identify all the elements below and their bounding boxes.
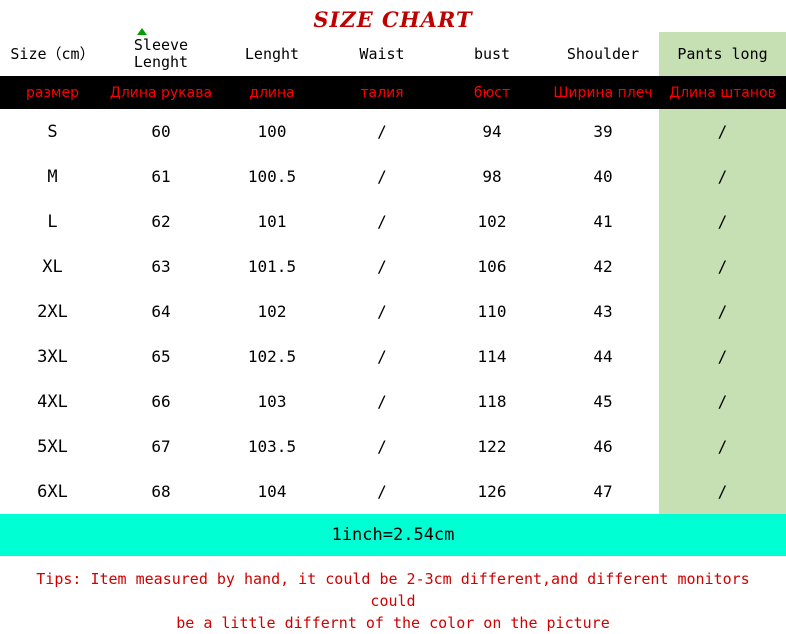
cell-bust: 114 bbox=[477, 347, 507, 366]
cell-waist: / bbox=[377, 122, 387, 141]
cell-pants: / bbox=[717, 122, 728, 141]
cell-waist: / bbox=[377, 347, 387, 366]
cell-pants: / bbox=[717, 257, 728, 276]
cell-bust: 110 bbox=[477, 302, 507, 321]
table-row: XL 63 101.5 / 106 42 / bbox=[0, 244, 786, 289]
cell-size: S bbox=[47, 121, 58, 142]
cell-shoulder: 45 bbox=[593, 392, 613, 411]
cell-size: 6XL bbox=[37, 481, 68, 502]
table-row: L 62 101 / 102 41 / bbox=[0, 199, 786, 244]
cell-shoulder: 39 bbox=[593, 122, 613, 141]
cell-length: 100 bbox=[257, 122, 287, 141]
table-header-russian: размер Длина рукава длина талия бюст Шир… bbox=[0, 76, 786, 109]
cell-bust: 94 bbox=[482, 122, 502, 141]
cell-sleeve: 63 bbox=[151, 257, 171, 276]
cell-length: 102.5 bbox=[247, 347, 297, 366]
cell-sleeve: 62 bbox=[151, 212, 171, 231]
cell-sleeve: 65 bbox=[151, 347, 171, 366]
cell-pants: / bbox=[717, 167, 728, 186]
cell-sleeve: 66 bbox=[151, 392, 171, 411]
cell-pants: / bbox=[717, 302, 728, 321]
header-size: Size（cm） bbox=[10, 44, 95, 63]
cell-length: 104 bbox=[257, 482, 287, 501]
header-length: Lenght bbox=[244, 44, 300, 63]
table-row: 4XL 66 103 / 118 45 / bbox=[0, 379, 786, 424]
table-header-english: Size（cm） Sleeve Lenght Lenght Waist bust… bbox=[0, 32, 786, 76]
cell-size: L bbox=[47, 211, 58, 232]
header-ru-length: длина bbox=[217, 76, 327, 109]
cell-size: M bbox=[47, 166, 58, 187]
cell-waist: / bbox=[377, 392, 387, 411]
header-bust: bust bbox=[473, 44, 511, 63]
cell-size: 4XL bbox=[37, 391, 68, 412]
header-sleeve-length: Sleeve Lenght bbox=[133, 36, 189, 71]
tips-line-2: be a little differnt of the color on the… bbox=[176, 614, 610, 632]
cell-bust: 126 bbox=[477, 482, 507, 501]
tips-note: Tips: Item measured by hand, it could be… bbox=[0, 556, 786, 634]
cell-length: 103 bbox=[257, 392, 287, 411]
cell-shoulder: 44 bbox=[593, 347, 613, 366]
cell-size: 5XL bbox=[37, 436, 68, 457]
cell-pants: / bbox=[717, 392, 728, 411]
cell-shoulder: 43 bbox=[593, 302, 613, 321]
cell-sleeve: 68 bbox=[151, 482, 171, 501]
header-ru-pants-long: Длина штанов bbox=[659, 76, 786, 109]
cell-shoulder: 46 bbox=[593, 437, 613, 456]
cell-bust: 102 bbox=[477, 212, 507, 231]
header-waist: Waist bbox=[359, 44, 405, 63]
cell-sleeve: 67 bbox=[151, 437, 171, 456]
cell-pants: / bbox=[717, 212, 728, 231]
cell-sleeve: 60 bbox=[151, 122, 171, 141]
table-row: 6XL 68 104 / 126 47 / bbox=[0, 469, 786, 514]
cell-waist: / bbox=[377, 212, 387, 231]
cell-length: 101 bbox=[257, 212, 287, 231]
table-row: M 61 100.5 / 98 40 / bbox=[0, 154, 786, 199]
table-row: S 60 100 / 94 39 / bbox=[0, 109, 786, 154]
cell-waist: / bbox=[377, 437, 387, 456]
cell-bust: 106 bbox=[477, 257, 507, 276]
green-triangle-marker-icon bbox=[137, 28, 147, 35]
cell-size: 2XL bbox=[37, 301, 68, 322]
header-ru-bust: бюст bbox=[437, 76, 547, 109]
cell-sleeve: 61 bbox=[151, 167, 171, 186]
cell-shoulder: 47 bbox=[593, 482, 613, 501]
cell-pants: / bbox=[717, 347, 728, 366]
cell-bust: 98 bbox=[482, 167, 502, 186]
table-row: 5XL 67 103.5 / 122 46 / bbox=[0, 424, 786, 469]
header-shoulder: Shoulder bbox=[566, 44, 640, 63]
header-ru-sleeve-length: Длина рукава bbox=[105, 76, 217, 109]
cell-waist: / bbox=[377, 257, 387, 276]
size-chart-page: SIZE CHART Size（cm） Sleeve Lenght Lenght… bbox=[0, 0, 786, 634]
table-row: 2XL 64 102 / 110 43 / bbox=[0, 289, 786, 334]
inch-conversion-band: 1inch=2.54cm bbox=[0, 514, 786, 556]
cell-length: 100.5 bbox=[247, 167, 297, 186]
header-ru-shoulder: Ширина плеч bbox=[547, 76, 659, 109]
header-pants-long: Pants long bbox=[677, 44, 768, 63]
cell-waist: / bbox=[377, 302, 387, 321]
cell-length: 101.5 bbox=[247, 257, 297, 276]
size-chart-table: Size（cm） Sleeve Lenght Lenght Waist bust… bbox=[0, 32, 786, 514]
page-title: SIZE CHART bbox=[313, 7, 473, 32]
cell-length: 102 bbox=[257, 302, 287, 321]
cell-waist: / bbox=[377, 482, 387, 501]
cell-waist: / bbox=[377, 167, 387, 186]
tips-line-1: Tips: Item measured by hand, it could be… bbox=[36, 570, 750, 610]
cell-size: 3XL bbox=[37, 346, 68, 367]
table-row: 3XL 65 102.5 / 114 44 / bbox=[0, 334, 786, 379]
cell-bust: 118 bbox=[477, 392, 507, 411]
cell-shoulder: 40 bbox=[593, 167, 613, 186]
cell-sleeve: 64 bbox=[151, 302, 171, 321]
header-ru-waist: талия bbox=[327, 76, 437, 109]
cell-length: 103.5 bbox=[247, 437, 297, 456]
cell-pants: / bbox=[717, 482, 728, 501]
cell-bust: 122 bbox=[477, 437, 507, 456]
cell-shoulder: 41 bbox=[593, 212, 613, 231]
cell-shoulder: 42 bbox=[593, 257, 613, 276]
header-ru-size: размер bbox=[0, 76, 105, 109]
cell-pants: / bbox=[717, 437, 728, 456]
cell-size: XL bbox=[42, 256, 63, 277]
